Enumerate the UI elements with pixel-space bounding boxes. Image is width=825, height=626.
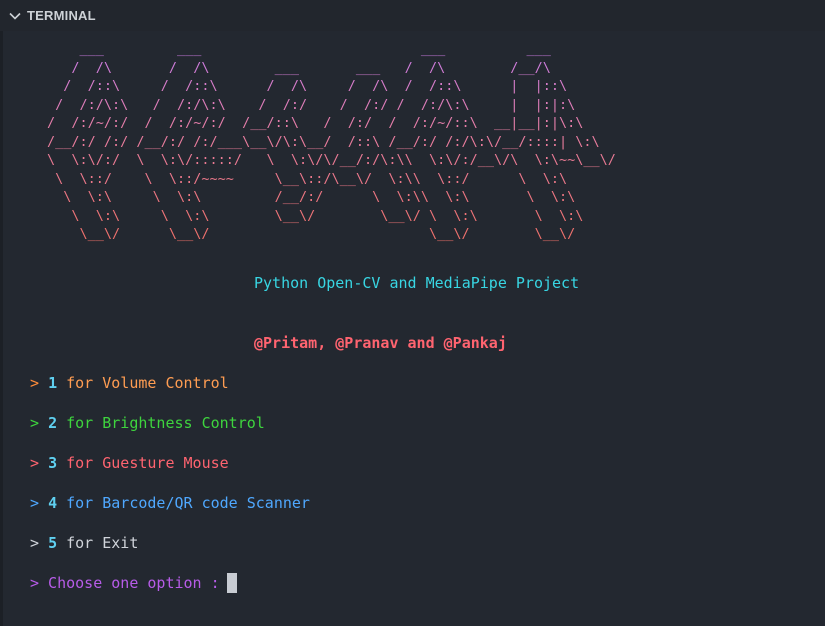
option-label: Exit <box>102 534 139 552</box>
option-label: Volume Control <box>102 374 229 392</box>
option-number: 4 <box>48 494 58 512</box>
chevron-down-icon[interactable] <box>3 0 27 31</box>
text-cursor[interactable] <box>227 573 237 593</box>
option-number: 3 <box>48 454 58 472</box>
option-for: for <box>66 534 94 552</box>
option-label: Barcode/QR code Scanner <box>102 494 310 512</box>
menu-option-exit[interactable]: > 5 for Exit <box>30 533 138 553</box>
menu-option-brightness-control[interactable]: > 2 for Brightness Control <box>30 413 265 433</box>
option-label: Brightness Control <box>102 414 265 432</box>
arrow-icon: > <box>30 454 40 472</box>
option-for: for <box>66 414 94 432</box>
terminal-panel-header[interactable]: TERMINAL <box>0 0 825 31</box>
menu-option-barcode-scanner[interactable]: > 4 for Barcode/QR code Scanner <box>30 493 310 513</box>
project-subtitle: Python Open-CV and MediaPipe Project <box>254 274 580 292</box>
arrow-icon: > <box>30 374 40 392</box>
authors-credit: @Pritam, @Pranav and @Pankaj <box>254 334 507 352</box>
menu-option-gesture-mouse[interactable]: > 3 for Guesture Mouse <box>30 453 229 473</box>
menu-option-volume-control[interactable]: > 1 for Volume Control <box>30 373 229 393</box>
ascii-art-banner: ___ ___ ___ ___ / /\ / /\ ___ ___ / /\ /… <box>47 41 616 242</box>
option-for: for <box>66 374 94 392</box>
option-number: 1 <box>48 374 58 392</box>
option-number: 2 <box>48 414 58 432</box>
input-prompt: > Choose one option : <box>30 574 229 592</box>
arrow-icon: > <box>30 534 40 552</box>
arrow-icon: > <box>30 414 40 432</box>
option-for: for <box>66 494 94 512</box>
arrow-icon: > <box>30 494 40 512</box>
option-number: 5 <box>48 534 58 552</box>
option-label: Guesture Mouse <box>102 454 229 472</box>
terminal-output[interactable]: ___ ___ ___ ___ / /\ / /\ ___ ___ / /\ /… <box>3 31 825 626</box>
panel-title: TERMINAL <box>27 8 96 23</box>
option-for: for <box>66 454 94 472</box>
